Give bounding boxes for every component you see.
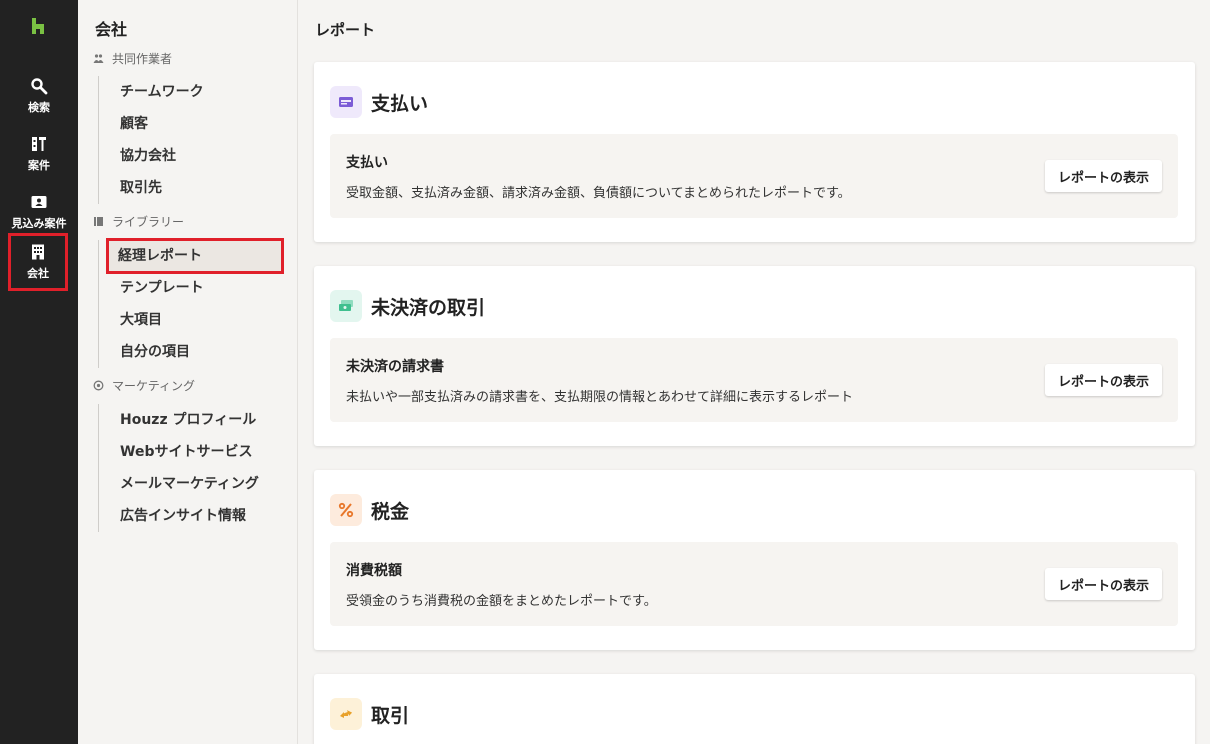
report-row: 支払い 受取金額、支払済み金額、請求済み金額、負債額についてまとめられたレポート…	[330, 134, 1178, 218]
report-card-transactions: 取引	[314, 674, 1195, 744]
report-title: 未決済の請求書	[346, 359, 444, 375]
report-row: 消費税額 受領金のうち消費税の金額をまとめたレポートです。 レポートの表示	[330, 542, 1178, 626]
report-description: 受領金のうち消費税の金額をまとめたレポートです。	[346, 594, 657, 609]
nav-item-financial-reports[interactable]: 経理レポート	[106, 238, 284, 274]
report-card-taxes: 税金 消費税額 受領金のうち消費税の金額をまとめたレポートです。 レポートの表示	[314, 470, 1195, 650]
subnav-title: 会社	[95, 20, 128, 39]
main-content: レポート 支払い 支払い 受取金額、支払済み金額、請求済み金額、負債額についてま…	[298, 0, 1210, 744]
view-report-button[interactable]: レポートの表示	[1044, 160, 1162, 192]
view-report-button[interactable]: レポートの表示	[1044, 568, 1162, 600]
houzz-logo-icon[interactable]	[28, 16, 48, 36]
report-card-payments: 支払い 支払い 受取金額、支払済み金額、請求済み金額、負債額についてまとめられた…	[314, 62, 1195, 242]
app-rail: 検索 案件 見込み案件 会社	[0, 0, 78, 744]
section-library: 経理レポート テンプレート 大項目 自分の項目	[98, 238, 284, 368]
section-header-marketing: マーケティング	[93, 377, 195, 394]
wallet-icon	[330, 86, 362, 118]
section-header-library: ライブラリー	[93, 213, 184, 230]
report-description: 受取金額、支払済み金額、請求済み金額、負債額についてまとめられたレポートです。	[346, 186, 851, 201]
page-title: レポート	[315, 21, 376, 39]
card-header: 未決済の取引	[330, 290, 485, 322]
card-title: 支払い	[371, 92, 429, 115]
leads-icon	[31, 196, 47, 208]
nav-item-templates[interactable]: テンプレート	[99, 272, 278, 304]
rail-item-label: 案件	[28, 159, 50, 172]
section-marketing: Houzz プロフィール Webサイトサービス メールマーケティング 広告インサ…	[98, 404, 278, 532]
card-title: 取引	[371, 704, 410, 727]
nav-item-my-items[interactable]: 自分の項目	[99, 336, 278, 368]
at-sign-icon	[93, 380, 104, 391]
book-icon	[94, 217, 103, 226]
nav-item-website-services[interactable]: Webサイトサービス	[99, 436, 278, 468]
rail-item-label: 検索	[28, 101, 50, 114]
report-title: 消費税額	[346, 563, 402, 579]
building-icon	[32, 244, 44, 260]
card-title: 未決済の取引	[371, 296, 486, 319]
card-header: 税金	[330, 494, 409, 526]
nav-item-categories[interactable]: 大項目	[99, 304, 278, 336]
nav-item-subcontractors[interactable]: 協力会社	[99, 140, 278, 172]
rail-item-companies[interactable]: 会社	[8, 233, 68, 291]
card-title: 税金	[371, 500, 410, 523]
nav-item-teamwork[interactable]: チームワーク	[99, 76, 278, 108]
report-title: 支払い	[346, 155, 388, 171]
sub-navigation: 会社 共同作業者 チームワーク 顧客 協力会社 取引先 ライブラリー 経理レポー…	[78, 0, 298, 744]
nav-item-houzz-profile[interactable]: Houzz プロフィール	[99, 404, 278, 436]
section-collaborators: チームワーク 顧客 協力会社 取引先	[98, 76, 278, 204]
report-card-open-transactions: 未決済の取引 未決済の請求書 未払いや一部支払済みの請求書を、支払期限の情報とあ…	[314, 266, 1195, 446]
people-icon	[93, 54, 104, 63]
search-icon	[31, 78, 48, 95]
percent-icon	[330, 494, 362, 526]
rail-item-label: 会社	[27, 267, 49, 280]
nav-item-email-marketing[interactable]: メールマーケティング	[99, 468, 278, 500]
nav-item-ad-insights[interactable]: 広告インサイト情報	[99, 500, 278, 532]
rail-item-search[interactable]: 検索	[0, 68, 78, 124]
nav-item-vendors[interactable]: 取引先	[99, 172, 278, 204]
card-header: 支払い	[330, 86, 428, 118]
report-description: 未払いや一部支払済みの請求書を、支払期限の情報とあわせて詳細に表示するレポート	[346, 390, 854, 405]
rail-item-label: 見込み案件	[11, 217, 67, 230]
money-stack-icon	[330, 290, 362, 322]
section-header-collaborators: 共同作業者	[93, 50, 172, 67]
report-row: 未決済の請求書 未払いや一部支払済みの請求書を、支払期限の情報とあわせて詳細に表…	[330, 338, 1178, 422]
rail-item-leads[interactable]: 見込み案件	[0, 184, 78, 240]
card-header: 取引	[330, 698, 409, 730]
exchange-icon	[330, 698, 362, 730]
rail-item-projects[interactable]: 案件	[0, 126, 78, 182]
view-report-button[interactable]: レポートの表示	[1044, 364, 1162, 396]
nav-item-clients[interactable]: 顧客	[99, 108, 278, 140]
projects-icon	[32, 137, 46, 151]
